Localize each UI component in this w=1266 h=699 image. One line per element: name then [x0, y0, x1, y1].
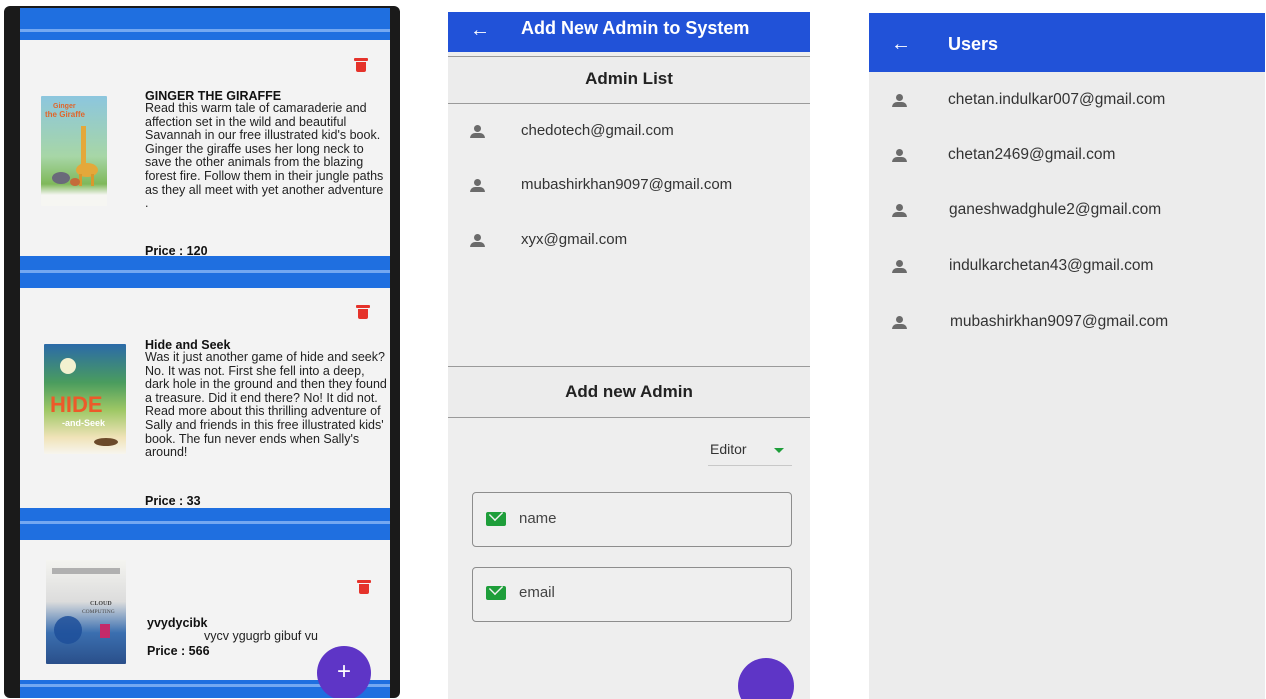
- dropdown-caret-icon: [774, 448, 784, 453]
- users-phone: ← Users chetan.indulkar007@gmail.com che…: [869, 13, 1265, 699]
- trash-icon[interactable]: [354, 58, 368, 72]
- user-email: ganeshwadghule2@gmail.com: [949, 201, 1162, 218]
- book-card[interactable]: Ginger the Giraffe GINGER THE GIRAFFE Re…: [20, 40, 390, 258]
- person-icon: [892, 260, 908, 273]
- admin-email: xyx@gmail.com: [521, 231, 628, 248]
- submit-admin-button[interactable]: [738, 658, 794, 699]
- giraffe-illustration: Ginger the Giraffe: [45, 103, 98, 186]
- book-title: yvydycibk: [147, 616, 208, 630]
- mail-icon: [486, 506, 506, 526]
- svg-text:Ginger: Ginger: [53, 103, 76, 110]
- person-icon: [470, 234, 486, 247]
- email-placeholder: email: [519, 584, 555, 601]
- books-phone: Ginger the Giraffe GINGER THE GIRAFFE Re…: [4, 6, 400, 698]
- svg-text:CLOUD: CLOUD: [90, 601, 112, 607]
- list-item[interactable]: chetan2469@gmail.com: [869, 141, 1265, 181]
- arrow-left-icon[interactable]: ←: [470, 20, 490, 40]
- svg-text:-and-Seek: -and-Seek: [62, 418, 106, 428]
- add-book-button[interactable]: +: [317, 646, 371, 698]
- svg-text:HIDE: HIDE: [50, 392, 103, 417]
- book-cover-image: Ginger the Giraffe: [41, 96, 107, 206]
- book-cover-image: CLOUD COMPUTING: [46, 560, 126, 664]
- user-email: chetan.indulkar007@gmail.com: [948, 91, 1166, 108]
- user-email: mubashirkhan9097@gmail.com: [950, 313, 1169, 330]
- book-price: Price : 33: [145, 494, 201, 508]
- admin-phone: ← Add New Admin to System Admin List che…: [448, 12, 810, 699]
- person-icon: [470, 125, 486, 138]
- list-item[interactable]: mubashirkhan9097@gmail.com: [448, 167, 810, 207]
- books-screen: Ginger the Giraffe GINGER THE GIRAFFE Re…: [20, 8, 390, 698]
- book-description: Read this warm tale of camaraderie and a…: [145, 101, 384, 211]
- admin-email: chedotech@gmail.com: [521, 122, 674, 139]
- add-admin-header: Add new Admin: [448, 366, 810, 418]
- svg-text:COMPUTING: COMPUTING: [82, 609, 115, 615]
- book-description: vycv ygugrb gibuf vu: [204, 629, 318, 643]
- app-bar: ← Add New Admin to System: [448, 12, 810, 52]
- top-band: [20, 8, 390, 40]
- list-item[interactable]: chetan.indulkar007@gmail.com: [869, 85, 1265, 125]
- user-email: indulkarchetan43@gmail.com: [949, 257, 1154, 274]
- person-icon: [470, 179, 486, 192]
- trash-icon[interactable]: [356, 305, 370, 319]
- list-item[interactable]: indulkarchetan43@gmail.com: [869, 252, 1265, 292]
- separator-band: [20, 256, 390, 288]
- person-icon: [892, 94, 908, 107]
- name-placeholder: name: [519, 510, 557, 527]
- book-description: Was it just another game of hide and see…: [145, 350, 387, 460]
- arrow-left-icon[interactable]: ←: [891, 34, 911, 54]
- trash-icon[interactable]: [357, 580, 371, 594]
- hide-and-seek-illustration: HIDE -and-Seek: [50, 358, 118, 446]
- book-card[interactable]: HIDE -and-Seek Hide and Seek Was it just…: [20, 288, 390, 508]
- role-selected: Editor: [710, 441, 747, 457]
- page-title: Users: [948, 34, 999, 54]
- admin-email: mubashirkhan9097@gmail.com: [521, 176, 733, 193]
- person-icon: [892, 149, 908, 162]
- page-title: Add New Admin to System: [521, 18, 750, 38]
- cloud-computing-illustration: CLOUD COMPUTING: [52, 568, 120, 644]
- user-email: chetan2469@gmail.com: [948, 146, 1116, 163]
- app-bar: ← Users: [869, 13, 1265, 72]
- email-field[interactable]: email: [472, 567, 792, 622]
- role-dropdown[interactable]: Editor: [708, 438, 792, 466]
- list-item[interactable]: mubashirkhan9097@gmail.com: [869, 308, 1265, 348]
- separator-band: [20, 508, 390, 540]
- name-field[interactable]: name: [472, 492, 792, 547]
- list-item[interactable]: ganeshwadghule2@gmail.com: [869, 196, 1265, 236]
- person-icon: [892, 204, 908, 217]
- person-icon: [892, 316, 908, 329]
- mail-icon: [486, 580, 506, 600]
- book-price: Price : 566: [147, 644, 210, 658]
- plus-icon: +: [336, 658, 351, 685]
- list-item[interactable]: chedotech@gmail.com: [448, 112, 810, 152]
- admin-list-header: Admin List: [448, 56, 810, 104]
- book-cover-image: HIDE -and-Seek: [44, 344, 126, 454]
- list-item[interactable]: xyx@gmail.com: [448, 222, 810, 262]
- svg-text:the Giraffe: the Giraffe: [45, 110, 86, 119]
